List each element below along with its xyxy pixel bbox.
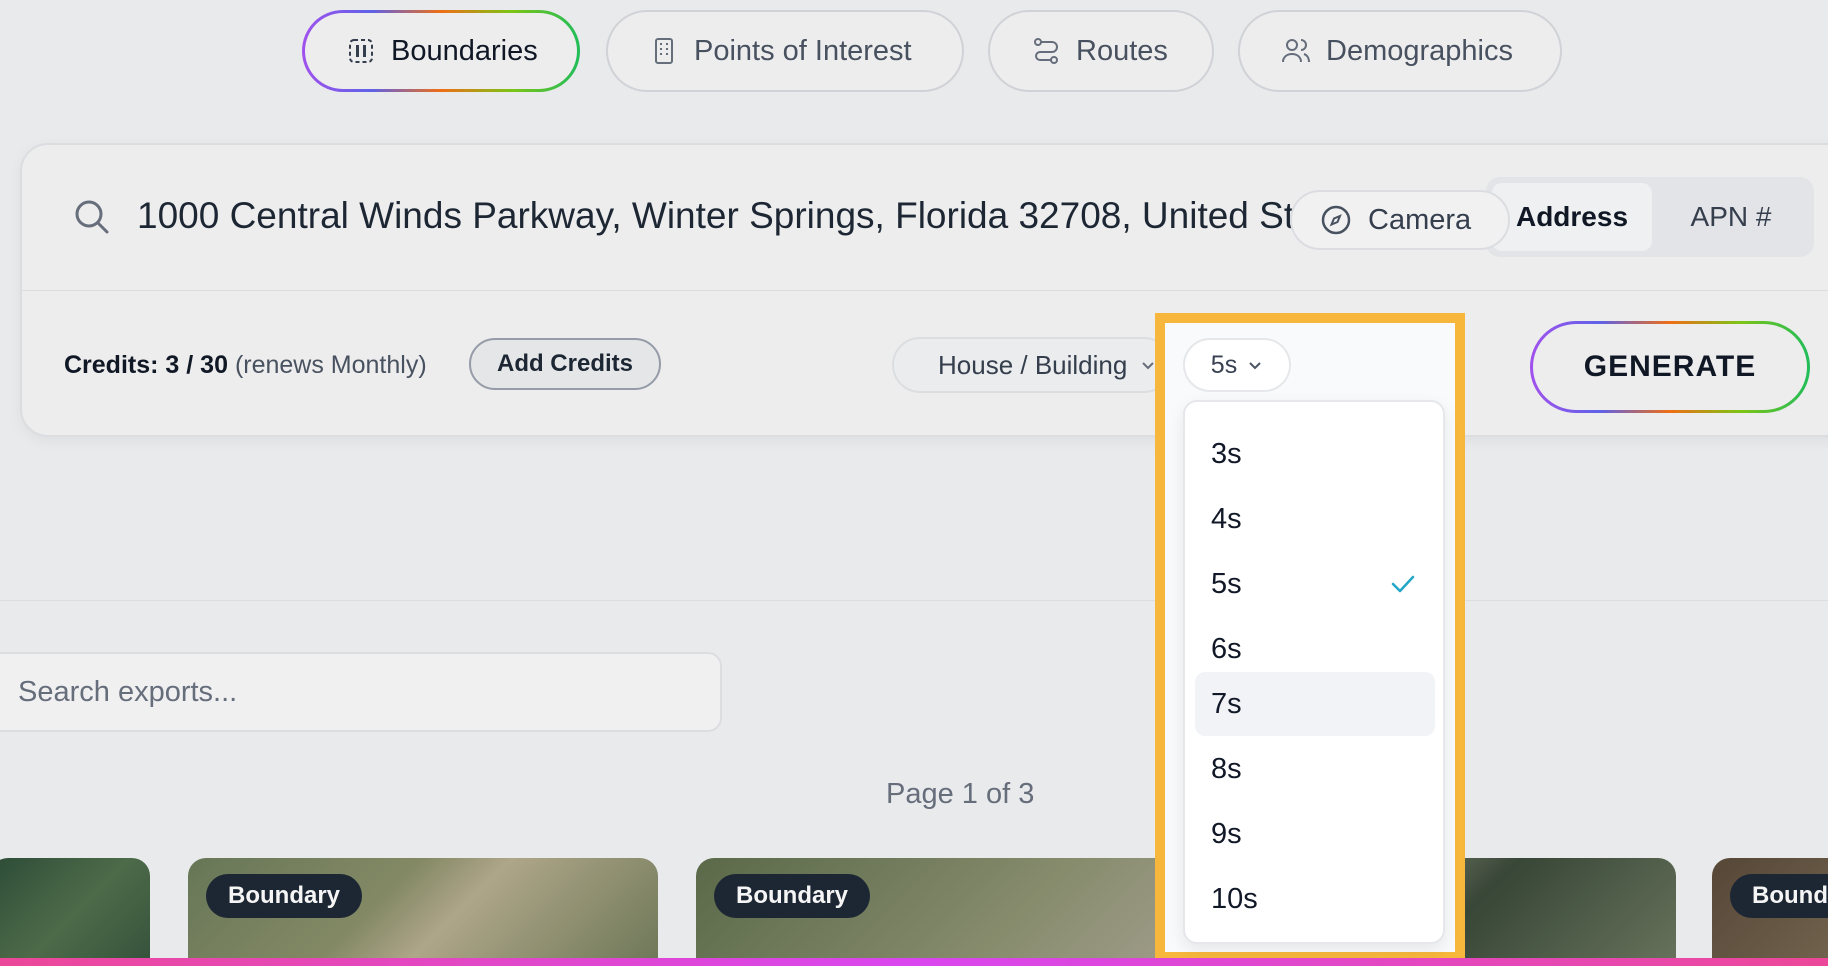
duration-option-10s[interactable]: 10s (1195, 867, 1435, 931)
camera-button[interactable]: Camera (1290, 190, 1510, 250)
mode-apn[interactable]: APN # (1666, 183, 1796, 251)
search-exports-input[interactable]: Search exports... (0, 652, 722, 732)
building-icon (655, 38, 673, 64)
bottom-accent-bar (0, 958, 1828, 966)
camera-label: Camera (1368, 203, 1472, 236)
property-type-value: House / Building (938, 349, 1128, 380)
duration-option-8s[interactable]: 8s (1195, 737, 1435, 801)
duration-option-7s[interactable]: 7s (1195, 672, 1435, 736)
option-label: 7s (1211, 687, 1242, 720)
duration-menu: 3s 4s 5s 6s 7s 8s 9s 10s (1183, 400, 1445, 944)
export-thumbnail[interactable] (0, 858, 150, 966)
duration-option-3s[interactable]: 3s (1195, 422, 1435, 486)
route-icon (1034, 38, 1058, 64)
thumbnail-badge: Boundary (714, 874, 871, 918)
search-icon (75, 200, 109, 234)
tab-boundaries[interactable]: Boundaries (302, 10, 580, 92)
credits-note: (renews Monthly) (234, 351, 427, 379)
option-label: 4s (1211, 502, 1242, 535)
duration-option-9s[interactable]: 9s (1195, 802, 1435, 866)
page-indicator: Page 1 of 3 (886, 778, 1035, 810)
tab-demographics[interactable]: Demographics (1238, 10, 1562, 92)
checkmark-icon (1391, 575, 1415, 593)
thumbnail-badge: Bound (1730, 874, 1828, 918)
duration-select[interactable]: 5s (1183, 338, 1291, 392)
tab-label: Routes (1076, 34, 1168, 67)
export-thumbnail[interactable]: Bound (1712, 858, 1828, 966)
address-search-row: 1000 Central Winds Parkway, Winter Sprin… (22, 145, 1828, 291)
credits-info: Credits: 3 / 30 (renews Monthly) (64, 351, 427, 380)
option-label: 5s (1211, 567, 1242, 600)
duration-option-4s[interactable]: 4s (1195, 487, 1435, 551)
property-type-select[interactable]: House / Building (892, 337, 1172, 393)
address-input[interactable]: 1000 Central Winds Parkway, Winter Sprin… (137, 195, 1364, 237)
option-label: 3s (1211, 437, 1242, 470)
credits-value: 3 / 30 (165, 351, 228, 379)
tab-label: Boundaries (391, 34, 538, 67)
chevron-down-icon (1249, 362, 1261, 370)
duration-option-5s[interactable]: 5s (1195, 552, 1435, 616)
search-card: 1000 Central Winds Parkway, Winter Sprin… (20, 143, 1828, 437)
generate-button[interactable]: GENERATE (1530, 321, 1810, 413)
export-thumbnail[interactable]: Boundary (188, 858, 658, 966)
search-mode-toggle: Address APN # (1486, 177, 1814, 257)
export-type-tabs: Boundaries Points of Interest Routes Dem… (0, 10, 1828, 92)
option-label: 10s (1211, 882, 1258, 915)
tab-label: Demographics (1326, 34, 1513, 67)
tab-points-of-interest[interactable]: Points of Interest (606, 10, 964, 92)
add-credits-button[interactable]: Add Credits (469, 338, 661, 390)
users-icon (1282, 39, 1310, 63)
boundary-icon (349, 39, 373, 63)
option-label: 6s (1211, 632, 1242, 665)
duration-value: 5s (1210, 350, 1238, 379)
option-label: 8s (1211, 752, 1242, 785)
section-divider (0, 600, 1828, 601)
mode-address[interactable]: Address (1492, 183, 1652, 251)
thumbnail-badge: Boundary (206, 874, 363, 918)
tab-label: Points of Interest (694, 34, 912, 67)
credits-label: Credits: (64, 351, 159, 379)
tab-routes[interactable]: Routes (988, 10, 1214, 92)
option-label: 9s (1211, 817, 1242, 850)
compass-icon (1321, 205, 1351, 235)
